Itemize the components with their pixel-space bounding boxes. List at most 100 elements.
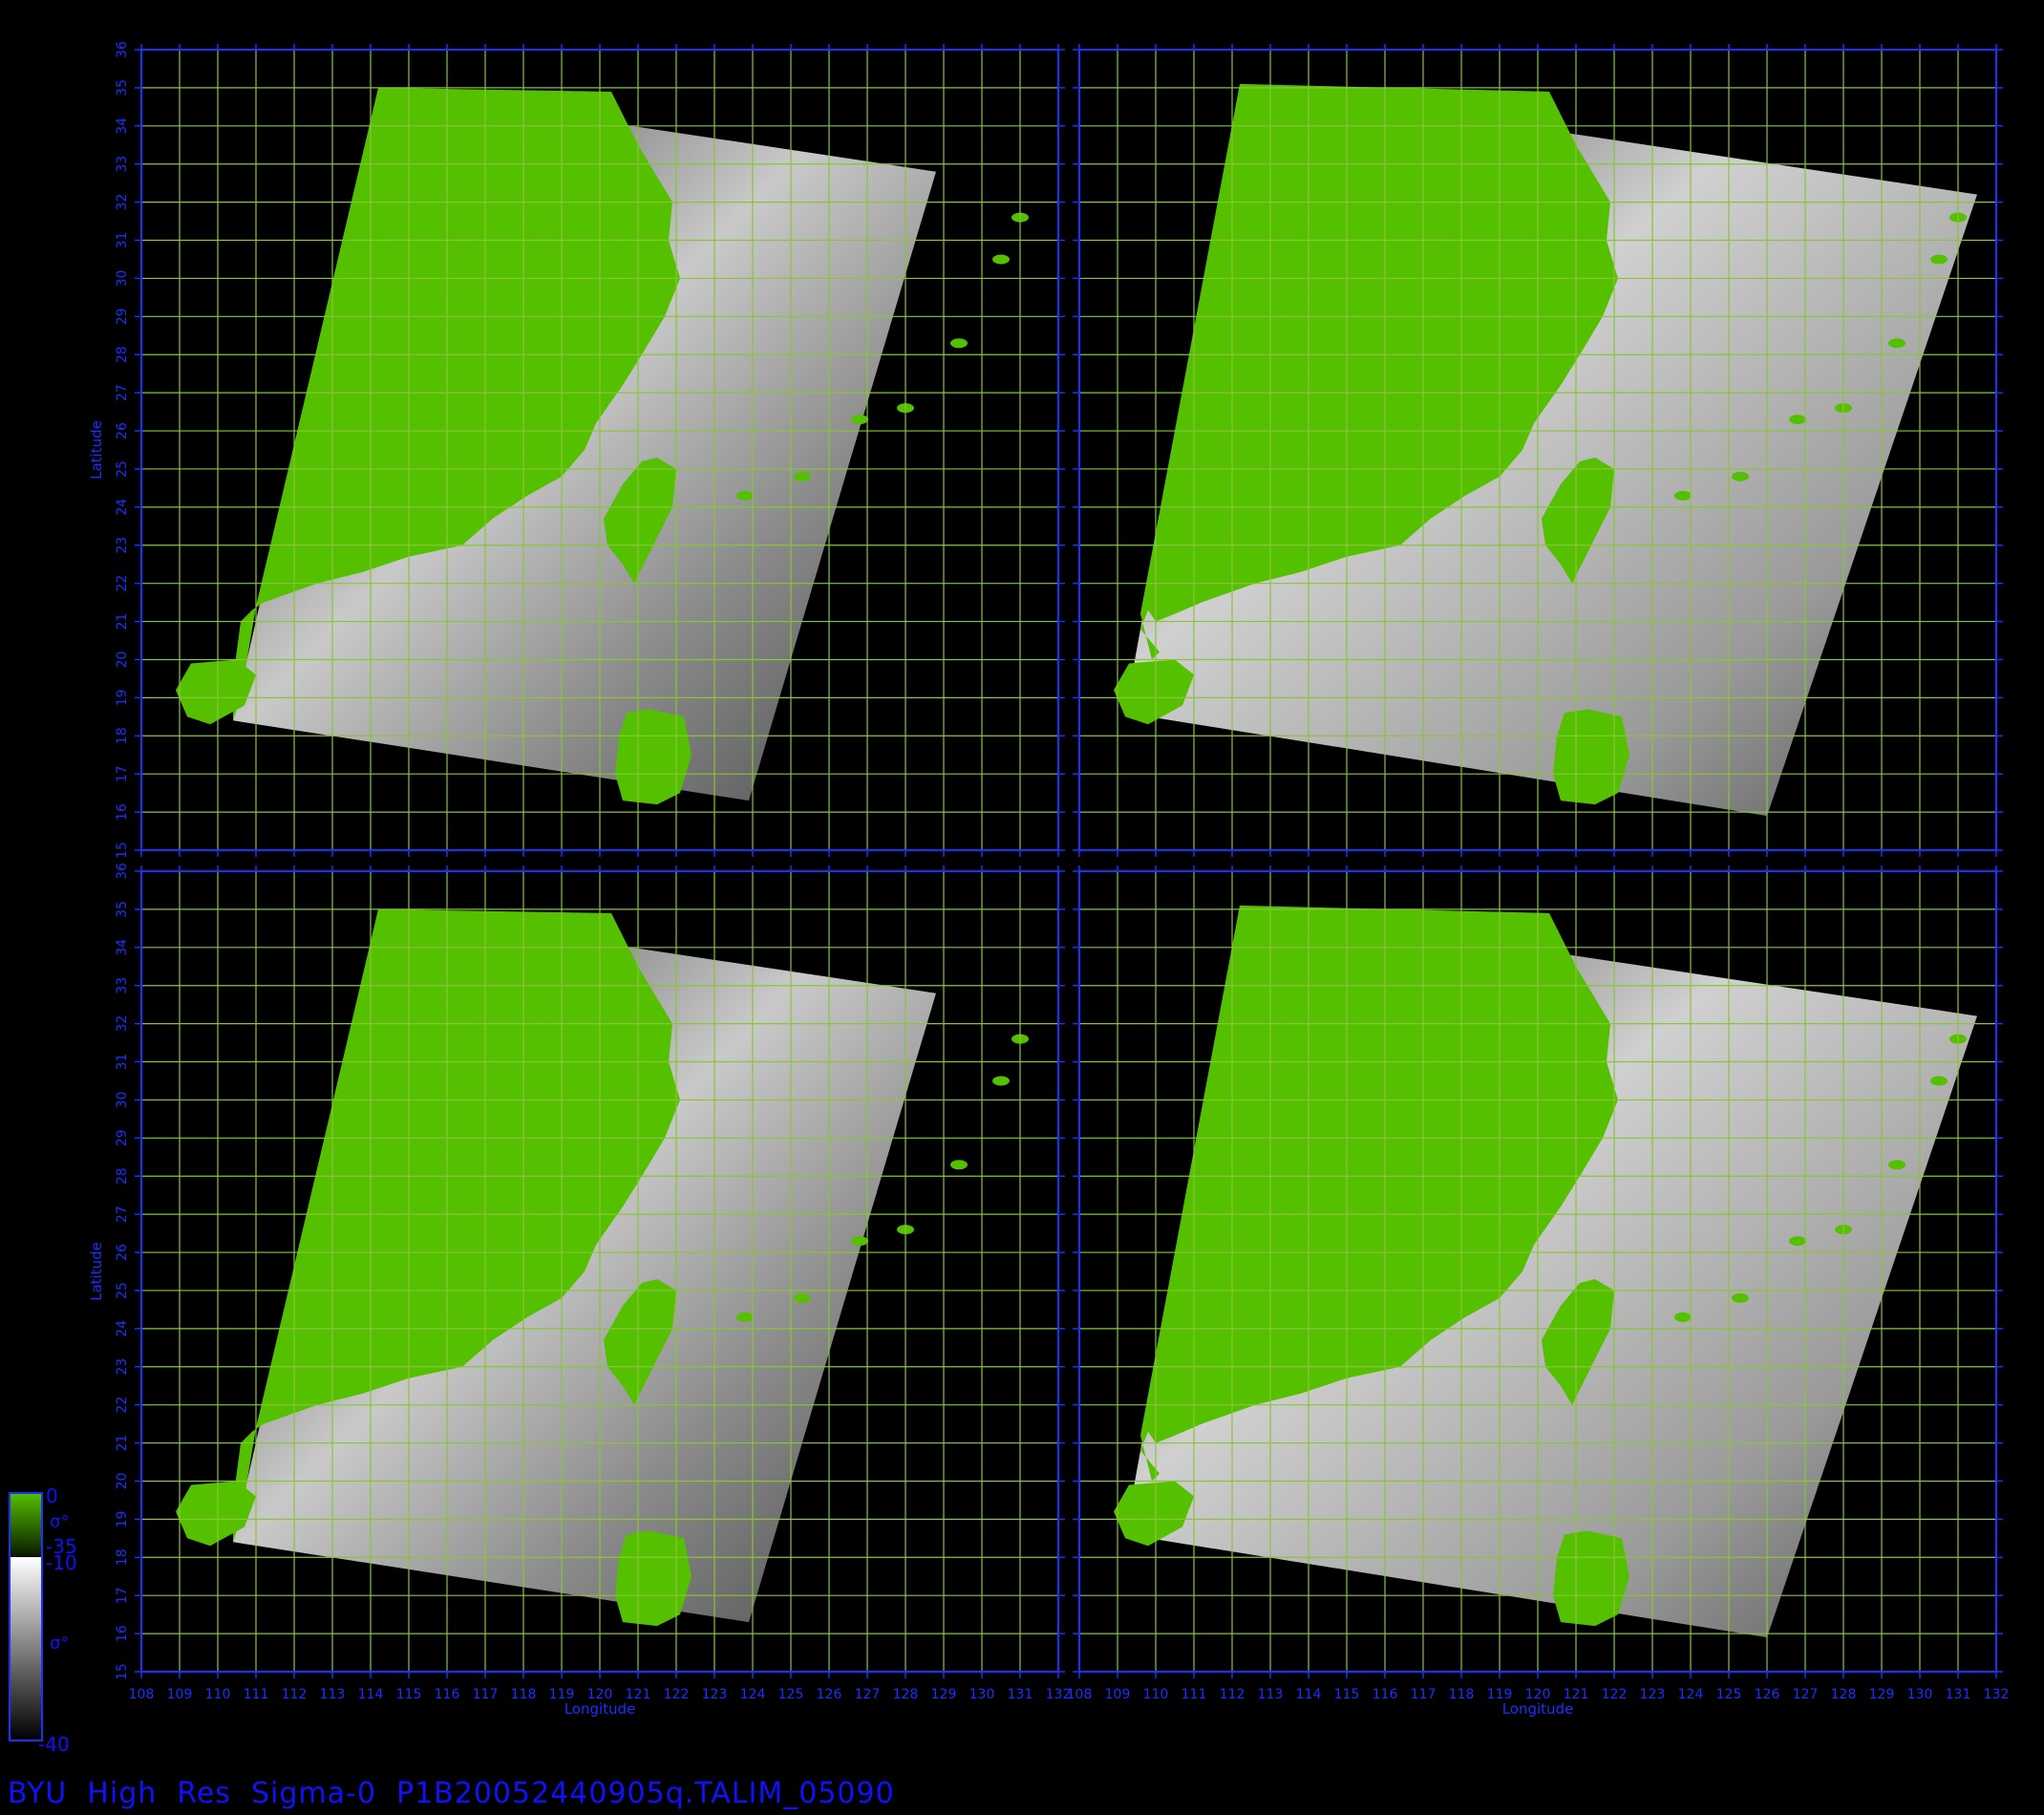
panel-bottom-left: 108 109 110 111 112 113 114 115 116 117 118 119 120 1… xyxy=(88,863,1071,1718)
land-island xyxy=(1888,1160,1906,1170)
lon-tick-label: 116 xyxy=(1373,1687,1398,1702)
land-island xyxy=(1930,1076,1948,1086)
lon-tick-label: 109 xyxy=(1105,1687,1131,1702)
lat-tick-label: 28 xyxy=(115,346,130,363)
lat-tick-label: 21 xyxy=(115,613,130,630)
colorbar-ocean-bottom-label: -40 xyxy=(38,1733,70,1756)
figure-title: BYU High Res Sigma-0 P1B20052440905q.TAL… xyxy=(8,1777,895,1810)
lat-tick-label: 17 xyxy=(115,765,130,782)
lon-tick-label: 132 xyxy=(1984,1687,2010,1702)
lon-tick-label: 110 xyxy=(1143,1687,1169,1702)
lon-tick-label: 122 xyxy=(664,1687,690,1702)
land-luzon xyxy=(1553,709,1629,805)
lat-tick-label: 36 xyxy=(115,863,130,880)
lat-tick-label: 27 xyxy=(115,1206,130,1223)
lat-tick-label: 22 xyxy=(115,575,130,592)
lat-tick-label: 23 xyxy=(115,1358,130,1376)
lat-tick-label: 24 xyxy=(115,499,130,516)
land-island xyxy=(1888,338,1906,349)
lon-tick-label: 126 xyxy=(817,1687,842,1702)
lon-tick-label: 118 xyxy=(1449,1687,1475,1702)
lon-tick-label: 129 xyxy=(931,1687,957,1702)
colorbar-ocean-top-label: -10 xyxy=(46,1551,77,1574)
lon-tick-label: 118 xyxy=(511,1687,537,1702)
land-island xyxy=(794,1292,811,1303)
lat-tick-label: 32 xyxy=(115,1015,130,1033)
lon-tick-label: 116 xyxy=(435,1687,460,1702)
lat-tick-label: 20 xyxy=(115,651,130,669)
lon-tick-label: 125 xyxy=(778,1687,804,1702)
lat-tick-label: 30 xyxy=(115,270,130,288)
lat-tick-label: 29 xyxy=(115,1129,130,1146)
colorbar-land-top-label: 0 xyxy=(46,1484,58,1507)
lat-tick-label: 19 xyxy=(115,689,130,706)
lon-tick-label: 131 xyxy=(1946,1687,1971,1702)
lat-tick-label: 32 xyxy=(115,194,130,211)
panel-top-right xyxy=(1073,44,2003,857)
lat-tick-label: 21 xyxy=(115,1435,130,1452)
lat-tick-label: 36 xyxy=(115,41,130,58)
lat-tick-label: 16 xyxy=(115,1625,130,1642)
lon-tick-label: 111 xyxy=(244,1687,269,1702)
lat-tick-label: 33 xyxy=(115,977,130,994)
x-axis-title: Longitude xyxy=(1502,1700,1574,1718)
land-island xyxy=(851,1236,868,1247)
lon-tick-label: 115 xyxy=(396,1687,422,1702)
lat-tick-label: 16 xyxy=(115,803,130,821)
colorbar-land-symbol: σ° xyxy=(50,1512,70,1532)
lat-tick-label: 24 xyxy=(115,1320,130,1337)
lon-tick-label: 114 xyxy=(1296,1687,1322,1702)
land-island xyxy=(1674,1312,1692,1322)
lat-tick-label: 15 xyxy=(115,842,130,859)
lon-tick-label: 130 xyxy=(1907,1687,1933,1702)
lat-tick-label: 35 xyxy=(115,901,130,918)
lat-tick-label: 31 xyxy=(115,232,130,249)
lat-tick-label: 29 xyxy=(115,308,130,325)
lon-tick-label: 115 xyxy=(1334,1687,1360,1702)
lon-tick-label: 113 xyxy=(1258,1687,1284,1702)
lat-tick-label: 27 xyxy=(115,384,130,401)
lat-tick-label: 25 xyxy=(115,460,130,478)
lat-tick-label: 18 xyxy=(115,1548,130,1566)
lon-tick-label: 123 xyxy=(702,1687,728,1702)
colorbar-ocean-symbol: σ° xyxy=(50,1634,70,1654)
land-luzon xyxy=(1553,1530,1629,1627)
land-island xyxy=(992,1076,1010,1086)
land-island xyxy=(1789,1236,1806,1247)
land-island xyxy=(992,254,1010,265)
lat-tick-label: 18 xyxy=(115,727,130,744)
lon-tick-label: 110 xyxy=(205,1687,231,1702)
land-island xyxy=(950,1160,968,1170)
lat-tick-label: 30 xyxy=(115,1092,130,1109)
lon-tick-label: 124 xyxy=(1678,1687,1704,1702)
land-island xyxy=(851,415,868,425)
lon-tick-label: 113 xyxy=(320,1687,346,1702)
land-island xyxy=(1930,254,1948,265)
lon-tick-label: 111 xyxy=(1182,1687,1207,1702)
lon-tick-label: 127 xyxy=(1793,1687,1819,1702)
lat-tick-label: 25 xyxy=(115,1282,130,1299)
lon-tick-label: 114 xyxy=(358,1687,384,1702)
lat-tick-label: 34 xyxy=(115,939,130,956)
land-luzon xyxy=(615,1530,692,1627)
land-luzon xyxy=(615,709,692,805)
land-island xyxy=(1789,415,1806,425)
lon-tick-label: 109 xyxy=(167,1687,193,1702)
y-axis-title: Latitude xyxy=(88,1242,105,1301)
lon-tick-label: 130 xyxy=(969,1687,995,1702)
lon-tick-label: 108 xyxy=(1067,1687,1093,1702)
lon-tick-label: 117 xyxy=(1411,1687,1437,1702)
x-axis-title: Longitude xyxy=(564,1700,636,1718)
lon-tick-label: 124 xyxy=(740,1687,766,1702)
lon-tick-label: 128 xyxy=(1831,1687,1857,1702)
lon-tick-label: 112 xyxy=(282,1687,308,1702)
lat-tick-label: 35 xyxy=(115,79,130,96)
lat-tick-label: 34 xyxy=(115,117,130,135)
lon-tick-label: 117 xyxy=(473,1687,499,1702)
lon-tick-label: 122 xyxy=(1602,1687,1628,1702)
lon-tick-label: 125 xyxy=(1716,1687,1742,1702)
colorbar-land xyxy=(10,1493,42,1556)
lon-tick-label: 129 xyxy=(1869,1687,1895,1702)
lat-tick-label: 31 xyxy=(115,1054,130,1071)
lon-tick-label: 128 xyxy=(893,1687,919,1702)
